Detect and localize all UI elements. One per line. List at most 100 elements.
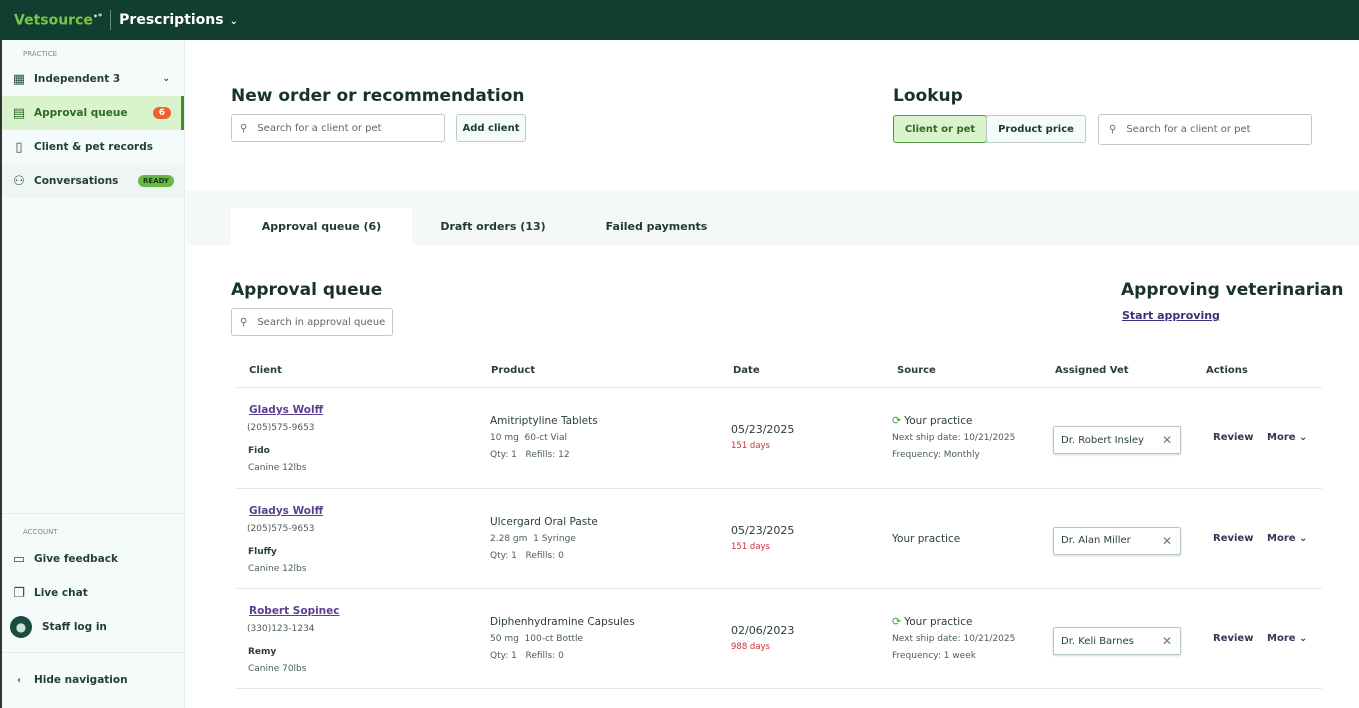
quantity-refills: Qty: 1 Refills: 0 — [490, 550, 564, 561]
pet-species: Canine 70lbs — [248, 664, 307, 674]
approval-queue-search-input[interactable]: ⚲ Search in approval queue — [231, 308, 393, 336]
new-order-search-input[interactable]: ⚲ Search for a client or pet — [231, 114, 445, 142]
users-icon: ⚇ — [13, 173, 25, 189]
column-header-client: Client — [249, 365, 282, 376]
review-button[interactable]: Review — [1213, 533, 1253, 544]
document-icon: ▯ — [15, 139, 23, 155]
table-row: Gladys Wolff (205)575-9653 Fido Canine 1… — [236, 387, 1322, 487]
top-bar: Vetsource•* Prescriptions ⌄ — [0, 0, 1359, 40]
review-button[interactable]: Review — [1213, 633, 1253, 644]
assigned-vet-name: Dr. Keli Barnes — [1061, 635, 1134, 647]
ready-badge: READY — [138, 175, 174, 187]
feedback-icon: ▭ — [12, 551, 26, 567]
toggle-product-price[interactable]: Product price — [986, 115, 1086, 143]
frequency: Frequency: 1 week — [892, 651, 976, 661]
chevron-down-icon: ⌄ — [1299, 633, 1308, 644]
search-placeholder: Search for a client or pet — [257, 122, 382, 134]
account-label: ACCOUNT — [23, 528, 58, 536]
toggle-client-or-pet[interactable]: Client or pet — [893, 115, 987, 143]
tab-failed-payments[interactable]: Failed payments — [574, 208, 739, 245]
pet-species: Canine 12lbs — [248, 463, 307, 473]
order-age: 151 days — [731, 441, 770, 451]
app-title: Prescriptions — [119, 12, 224, 28]
recurring-icon: ⟳ — [892, 615, 902, 628]
table-row: Gladys Wolff (205)575-9653 Fluffy Canine… — [236, 487, 1322, 588]
assigned-vet-field[interactable]: Dr. Keli Barnes ✕ — [1053, 627, 1181, 655]
search-placeholder: Search for a client or pet — [1126, 124, 1251, 135]
order-date: 02/06/2023 — [731, 624, 795, 637]
sidebar-item-staff-login[interactable]: ● Staff log in — [2, 610, 184, 644]
quantity-refills: Qty: 1 Refills: 12 — [490, 450, 570, 460]
pet-species: Canine 12lbs — [248, 563, 307, 574]
search-icon: ⚲ — [1109, 124, 1117, 135]
sidebar-item-client-pet-records[interactable]: ▯ Client & pet records — [2, 130, 184, 164]
more-label: More — [1267, 633, 1296, 644]
more-menu-button[interactable]: More ⌄ — [1267, 432, 1307, 443]
prescription-icon: ▤ — [12, 105, 26, 121]
divider — [2, 513, 184, 514]
sidebar: PRACTICE ▦ Independent 3 ⌄ ▤ Approval queue… — [0, 40, 185, 708]
review-button[interactable]: Review — [1213, 432, 1253, 443]
column-header-actions: Actions — [1206, 365, 1248, 376]
sidebar-item-label: Conversations — [34, 175, 119, 187]
vetsource-logo[interactable]: Vetsource•* — [14, 12, 102, 29]
avatar-icon: ● — [10, 616, 32, 638]
practice-selector[interactable]: ▦ Independent 3 ⌄ — [2, 62, 184, 96]
app-switcher[interactable]: Prescriptions ⌄ — [119, 12, 238, 28]
column-header-product: Product — [491, 365, 536, 376]
recurring-icon: ⟳ — [892, 414, 902, 427]
column-header-source: Source — [897, 365, 936, 376]
tab-approval-queue[interactable]: Approval queue (6) — [231, 208, 412, 245]
sidebar-item-conversations[interactable]: ⚇ Conversations READY — [2, 164, 184, 198]
more-menu-button[interactable]: More ⌄ — [1267, 633, 1307, 644]
add-client-button[interactable]: Add client — [456, 114, 526, 142]
chevron-down-icon: ⌄ — [1299, 432, 1308, 443]
client-link[interactable]: Gladys Wolff — [249, 404, 323, 416]
assigned-vet-field[interactable]: Dr. Robert Insley ✕ — [1053, 426, 1181, 454]
pet-name: Fido — [248, 446, 270, 456]
assigned-vet-field[interactable]: Dr. Alan Miller ✕ — [1053, 526, 1181, 555]
clear-icon[interactable]: ✕ — [1162, 433, 1172, 447]
source-label: Your practice — [904, 616, 973, 628]
sidebar-item-label: Give feedback — [34, 553, 118, 565]
client-link[interactable]: Gladys Wolff — [249, 505, 323, 517]
client-phone: (205)575-9653 — [247, 523, 315, 534]
divider — [110, 10, 112, 30]
clear-icon[interactable]: ✕ — [1162, 534, 1172, 548]
assigned-vet-name: Dr. Alan Miller — [1061, 535, 1131, 546]
sidebar-item-approval-queue[interactable]: ▤ Approval queue 6 — [2, 96, 184, 130]
pet-name: Remy — [248, 647, 277, 657]
product-strength: 50 mg 100-ct Bottle — [490, 634, 584, 644]
practice-name: Independent 3 — [34, 73, 121, 85]
client-phone: (205)575-9653 — [247, 423, 315, 433]
more-menu-button[interactable]: More ⌄ — [1267, 533, 1307, 544]
table-row: Robert Sopinec (330)123-1234 Remy Canine… — [236, 588, 1322, 688]
client-link[interactable]: Robert Sopinec — [249, 605, 340, 617]
clear-icon[interactable]: ✕ — [1162, 634, 1172, 648]
sidebar-item-live-chat[interactable]: ❐ Live chat — [2, 576, 184, 610]
order-age: 988 days — [731, 642, 770, 652]
divider — [2, 652, 184, 653]
quantity-refills: Qty: 1 Refills: 0 — [490, 651, 564, 661]
chat-icon: ❐ — [13, 585, 25, 601]
column-header-date: Date — [733, 365, 760, 376]
product-name: Amitriptyline Tablets — [490, 415, 598, 427]
chevron-down-icon: ⌄ — [162, 74, 170, 84]
chevron-left-icon: ‹ — [16, 674, 22, 686]
client-phone: (330)123-1234 — [247, 624, 315, 634]
column-header-assigned-vet: Assigned Vet — [1055, 365, 1129, 376]
order-date: 05/23/2025 — [731, 523, 795, 537]
hide-navigation-button[interactable]: ‹ Hide navigation — [2, 663, 184, 697]
sidebar-item-give-feedback[interactable]: ▭ Give feedback — [2, 542, 184, 576]
lookup-title: Lookup — [893, 86, 963, 106]
main-content: New order or recommendation ⚲ Search for … — [186, 40, 1359, 708]
start-approving-link[interactable]: Start approving — [1122, 309, 1220, 322]
tab-draft-orders[interactable]: Draft orders (13) — [412, 208, 574, 245]
building-icon: ▦ — [12, 71, 26, 87]
chevron-down-icon: ⌄ — [1299, 532, 1308, 544]
lookup-search-input[interactable]: ⚲ Search for a client or pet — [1098, 114, 1312, 145]
hide-navigation-label: Hide navigation — [34, 674, 128, 686]
more-label: More — [1267, 532, 1296, 544]
product-name: Ulcergard Oral Paste — [490, 515, 598, 528]
approval-queue-title: Approval queue — [231, 280, 383, 300]
